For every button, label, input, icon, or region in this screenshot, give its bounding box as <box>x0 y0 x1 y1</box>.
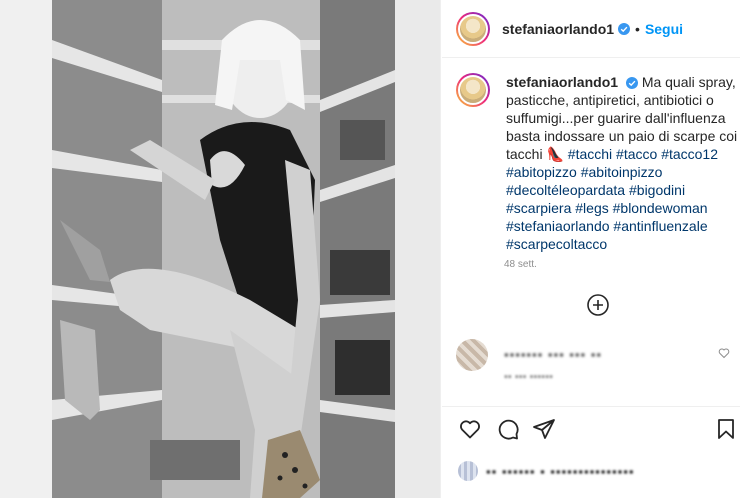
caption-username[interactable]: stefaniaorlando1 <box>506 74 618 90</box>
comments-section: stefaniaorlando1 Ma quali spray, pasticc… <box>442 59 740 405</box>
caption-text: stefaniaorlando1 Ma quali spray, pasticc… <box>506 73 738 253</box>
plus-circle-icon[interactable] <box>586 293 610 317</box>
author-username[interactable]: stefaniaorlando1 <box>502 21 614 37</box>
caption-avatar[interactable] <box>456 73 490 107</box>
high-heel-emoji: 👠 <box>546 146 564 162</box>
post-image[interactable] <box>0 0 441 498</box>
hashtag[interactable]: #bigodini <box>629 182 685 198</box>
verified-badge-icon <box>625 77 638 90</box>
follow-button[interactable]: Segui <box>645 21 683 37</box>
hashtag[interactable]: #tacchi <box>568 146 612 162</box>
author-avatar[interactable] <box>456 11 490 46</box>
hashtag[interactable]: #decoltéleopardata <box>506 182 625 198</box>
comment-item: ▪▪▪▪▪▪▪ ▪▪▪ ▪▪▪ ▪▪ ▪▪ ▪▪▪ ▪▪▪▪▪▪ <box>456 339 736 395</box>
verified-badge-icon <box>618 22 631 35</box>
hashtag[interactable]: #legs <box>575 200 608 216</box>
hashtag[interactable]: #tacco12 <box>661 146 718 162</box>
commenter-avatar[interactable] <box>456 339 488 371</box>
post-sidebar: stefaniaorlando1 • Segui stefaniaorlando… <box>442 0 740 498</box>
hashtag[interactable]: #abitoinpizzo <box>581 164 663 180</box>
comment-icon[interactable] <box>496 417 520 441</box>
hashtag[interactable]: #scarpecoltacco <box>506 236 607 252</box>
post-header: stefaniaorlando1 • Segui <box>442 0 740 58</box>
likes-summary: ▪▪ ▪▪▪▪▪▪ ▪ ▪▪▪▪▪▪▪▪▪▪▪▪▪▪▪ <box>458 452 728 490</box>
liker-avatar[interactable] <box>458 461 478 481</box>
comment-text: ▪▪▪▪▪▪▪ ▪▪▪ ▪▪▪ ▪▪ <box>504 347 602 362</box>
paper-plane-icon[interactable] <box>532 417 556 441</box>
hashtag[interactable]: #antinfluenzale <box>613 218 707 234</box>
hashtag[interactable]: #blondewoman <box>613 200 708 216</box>
post-timestamp[interactable]: 48 sett. <box>504 259 537 270</box>
caption: stefaniaorlando1 Ma quali spray, pasticc… <box>456 73 738 253</box>
comment-meta: ▪▪ ▪▪▪ ▪▪▪▪▪▪ <box>504 371 554 383</box>
hashtag[interactable]: #scarpiera <box>506 200 571 216</box>
comment-like-icon[interactable] <box>718 347 730 359</box>
hashtag[interactable]: #abitopizzo <box>506 164 577 180</box>
header-separator: • <box>635 20 640 37</box>
heart-icon[interactable] <box>458 417 482 441</box>
likes-text[interactable]: ▪▪ ▪▪▪▪▪▪ ▪ ▪▪▪▪▪▪▪▪▪▪▪▪▪▪▪ <box>486 464 634 479</box>
hashtag[interactable]: #tacco <box>616 146 657 162</box>
post-photo <box>0 0 440 498</box>
bookmark-icon[interactable] <box>714 417 738 441</box>
avatar-image <box>458 75 488 105</box>
hashtag[interactable]: #stefaniaorlando <box>506 218 610 234</box>
action-bar <box>442 406 740 452</box>
avatar-image <box>458 13 488 44</box>
